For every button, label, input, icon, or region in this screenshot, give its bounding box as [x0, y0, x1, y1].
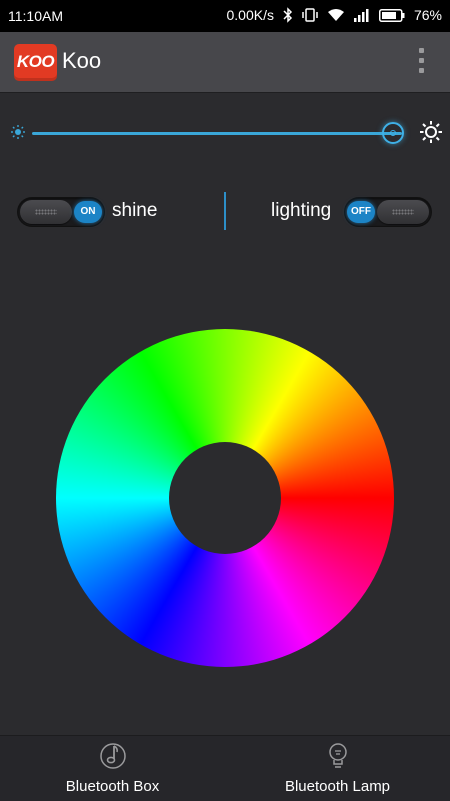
status-time: 11:10AM: [8, 8, 63, 24]
brightness-slider-thumb[interactable]: [382, 122, 404, 144]
overflow-menu-icon[interactable]: [418, 48, 426, 76]
nav-item-bluetooth-box[interactable]: Bluetooth Box: [0, 736, 225, 801]
battery-percent: 76%: [413, 7, 442, 23]
toggle-knob: [377, 200, 429, 224]
nav-label-bluetooth-lamp: Bluetooth Lamp: [284, 778, 391, 795]
status-bar: 11:10AM 0.00K/s 76%: [0, 0, 450, 32]
toggle-knob: [20, 200, 72, 224]
status-indicators: 0.00K/s 76%: [226, 7, 442, 23]
signal-icon: [353, 8, 370, 22]
lightbulb-icon: [324, 741, 352, 769]
wifi-icon: [327, 8, 345, 22]
network-speed: 0.00K/s: [226, 7, 274, 23]
logo-text: KOO: [16, 52, 55, 71]
color-wheel-center: [169, 442, 281, 554]
nav-item-bluetooth-lamp[interactable]: Bluetooth Lamp: [225, 736, 450, 801]
nav-label-bluetooth-box: Bluetooth Box: [65, 778, 160, 795]
shine-label: shine: [112, 200, 158, 221]
bottom-nav: Bluetooth Box Bluetooth Lamp: [0, 735, 450, 801]
app-bar: KOO Koo: [0, 32, 450, 93]
vibrate-icon: [302, 8, 318, 22]
brightness-slider-track[interactable]: [32, 132, 402, 135]
shine-toggle-state: ON: [74, 201, 102, 223]
app-logo: KOO: [14, 44, 57, 81]
lighting-label: lighting: [271, 200, 332, 221]
lighting-toggle-state: OFF: [347, 201, 375, 223]
bluetooth-icon: [283, 7, 293, 23]
app-title: Koo: [62, 48, 102, 73]
sun-small-icon: [11, 125, 25, 144]
sun-large-icon: [420, 121, 442, 148]
lighting-toggle[interactable]: OFF: [345, 198, 431, 226]
battery-icon: [378, 8, 405, 22]
shine-toggle[interactable]: ON: [18, 198, 104, 226]
toggle-divider: [224, 192, 226, 230]
music-note-icon: [99, 741, 127, 769]
